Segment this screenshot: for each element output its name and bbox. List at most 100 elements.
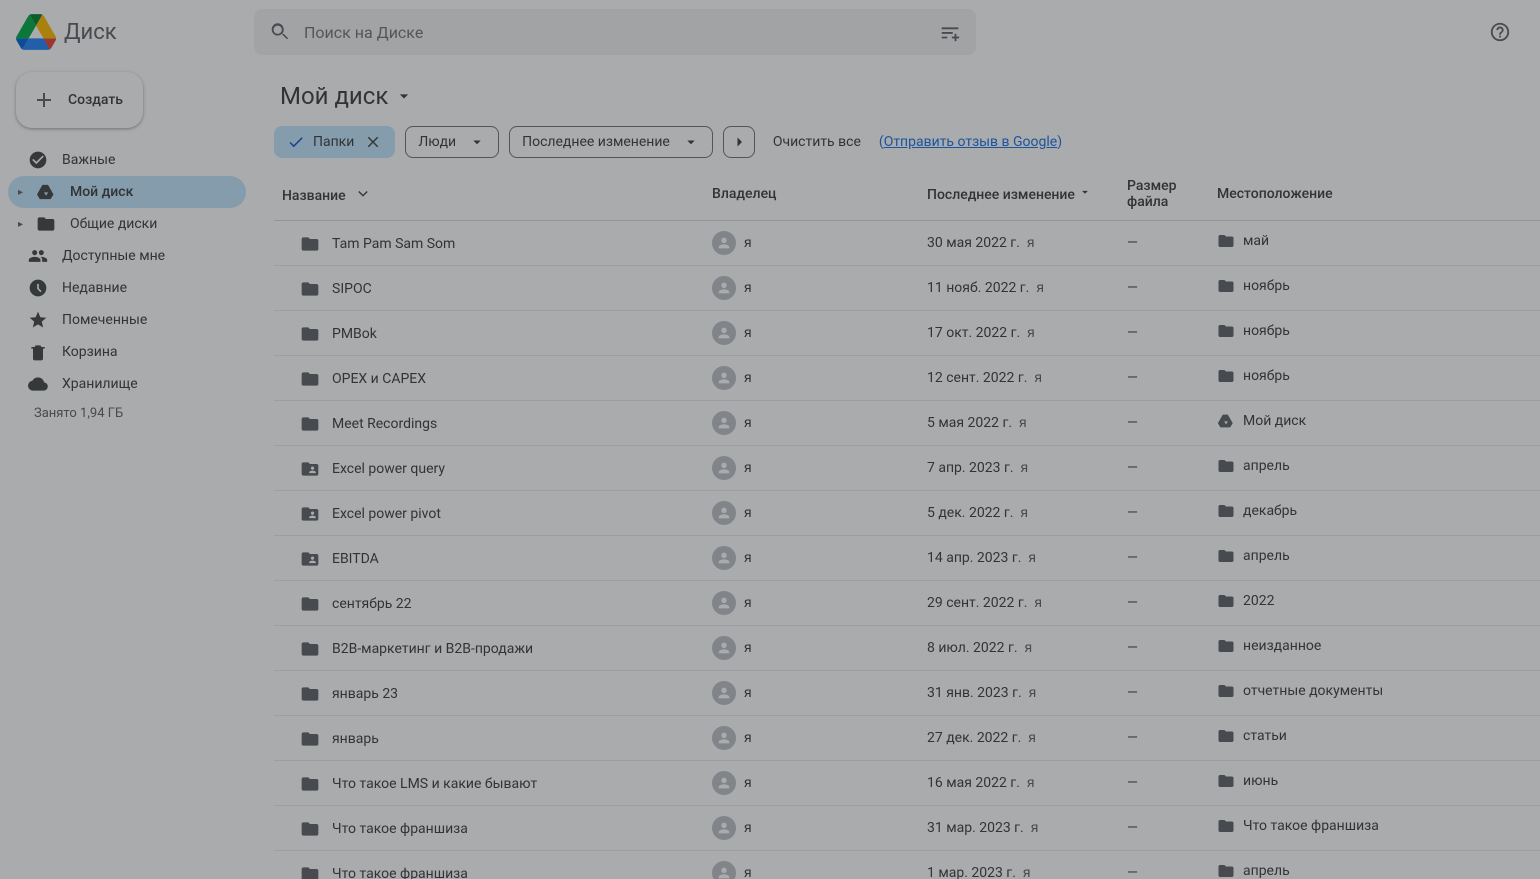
folder-icon — [300, 594, 320, 614]
new-button-label: Создать — [68, 92, 123, 108]
col-size[interactable]: Размер файла — [1119, 168, 1209, 221]
location-icon — [1217, 637, 1235, 655]
table-row[interactable]: Excel power queryя7 апр. 2023 г. я—апрел… — [274, 446, 1540, 491]
clear-all-filters[interactable]: Очистить все — [765, 134, 869, 150]
chip-folders[interactable]: Папки — [274, 126, 395, 158]
help-icon[interactable] — [1480, 12, 1520, 52]
breadcrumb-mydrive[interactable]: Мой диск — [274, 78, 420, 114]
file-name: Tam Pam Sam Som — [332, 236, 455, 252]
avatar — [712, 546, 736, 570]
col-location[interactable]: Местоположение — [1209, 168, 1540, 221]
feedback-link[interactable]: Отправить отзыв в Google — [884, 134, 1058, 150]
table-row[interactable]: Что такое франшизая31 мар. 2023 г. я—Что… — [274, 806, 1540, 851]
shareddrives-icon — [36, 214, 56, 234]
file-name: SIPOC — [332, 281, 372, 297]
search-icon[interactable] — [260, 12, 300, 52]
avatar — [712, 591, 736, 615]
sidebar: Создать Важные▸Мой диск▸Общие дискиДосту… — [0, 64, 254, 879]
col-name[interactable]: Название — [274, 168, 704, 221]
table-row[interactable]: B2B-маркетинг и B2B-продажия8 июл. 2022 … — [274, 626, 1540, 671]
owner-label: я — [744, 685, 752, 701]
folder-icon — [300, 414, 320, 434]
modified-date: 16 мая 2022 г. — [927, 775, 1020, 791]
table-row[interactable]: EBITDAя14 апр. 2023 г. я—апрель — [274, 536, 1540, 581]
starred-icon — [28, 310, 48, 330]
sidebar-item-label: Важные — [62, 152, 115, 168]
modified-by: я — [1023, 865, 1031, 879]
sidebar-item-trash[interactable]: Корзина — [8, 336, 246, 368]
table-row[interactable]: Tam Pam Sam Somя30 мая 2022 г. я—май — [274, 221, 1540, 266]
location-label: ноябрь — [1243, 368, 1290, 384]
table-row[interactable]: сентябрь 22я29 сент. 2022 г. я—2022 — [274, 581, 1540, 626]
sidebar-item-label: Общие диски — [70, 216, 157, 232]
col-owner[interactable]: Владелец — [704, 168, 919, 221]
modified-date: 31 мар. 2023 г. — [927, 820, 1024, 836]
location-icon — [1217, 862, 1235, 879]
table-row[interactable]: январья27 дек. 2022 г. я—статьи — [274, 716, 1540, 761]
chip-people[interactable]: Люди — [405, 126, 499, 158]
folder-icon — [300, 279, 320, 299]
table-row[interactable]: Meet Recordingsя5 мая 2022 г. я—Мой диск — [274, 401, 1540, 446]
folder-icon — [300, 864, 320, 879]
search-input[interactable] — [300, 23, 930, 42]
close-icon[interactable] — [364, 133, 382, 151]
owner-label: я — [744, 550, 752, 566]
location-icon — [1217, 412, 1235, 430]
search-options-icon[interactable] — [930, 12, 970, 52]
modified-date: 1 мар. 2023 г. — [927, 865, 1016, 879]
folder-icon — [300, 549, 320, 569]
file-name: январь 23 — [332, 686, 398, 702]
expand-chevron-icon[interactable]: ▸ — [18, 219, 23, 230]
modified-date: 31 янв. 2023 г. — [927, 685, 1022, 701]
owner-label: я — [744, 730, 752, 746]
table-row[interactable]: Что такое LMS и какие бываютя16 мая 2022… — [274, 761, 1540, 806]
priority-icon — [28, 150, 48, 170]
expand-chevron-icon[interactable]: ▸ — [18, 187, 23, 198]
logo-area[interactable]: Диск — [16, 12, 254, 52]
location-label: ноябрь — [1243, 278, 1290, 294]
file-size: — — [1119, 536, 1209, 581]
table-row[interactable]: январь 23я31 янв. 2023 г. я—отчетные док… — [274, 671, 1540, 716]
modified-by: я — [1019, 415, 1027, 431]
avatar — [712, 276, 736, 300]
location-icon — [1217, 322, 1235, 340]
modified-by: я — [1025, 640, 1033, 656]
location-icon — [1217, 592, 1235, 610]
table-row[interactable]: Excel power pivotя5 дек. 2022 г. я—декаб… — [274, 491, 1540, 536]
chevron-down-icon — [468, 133, 486, 151]
sidebar-item-starred[interactable]: Помеченные — [8, 304, 246, 336]
sidebar-item-priority[interactable]: Важные — [8, 144, 246, 176]
storage-usage: Занято 1,94 ГБ — [0, 400, 254, 421]
new-button[interactable]: Создать — [16, 72, 143, 128]
sidebar-item-label: Помеченные — [62, 312, 147, 328]
owner-label: я — [744, 820, 752, 836]
modified-date: 14 апр. 2023 г. — [927, 550, 1021, 566]
sidebar-item-storage[interactable]: Хранилище — [8, 368, 246, 400]
sidebar-item-label: Корзина — [62, 344, 118, 360]
chevron-down-icon — [1078, 185, 1092, 199]
sidebar-item-mydrive[interactable]: ▸Мой диск — [8, 176, 246, 208]
table-row[interactable]: OPEX и CAPEXя12 сент. 2022 г. я—ноябрь — [274, 356, 1540, 401]
file-size: — — [1119, 716, 1209, 761]
table-row[interactable]: PMBokя17 окт. 2022 г. я—ноябрь — [274, 311, 1540, 356]
chevron-down-icon — [394, 86, 414, 106]
chip-modified[interactable]: Последнее изменение — [509, 126, 713, 158]
file-size: — — [1119, 266, 1209, 311]
location-icon — [1217, 772, 1235, 790]
chip-scroll-right[interactable] — [723, 126, 755, 158]
location-label: апрель — [1243, 548, 1290, 564]
file-size: — — [1119, 401, 1209, 446]
avatar — [712, 861, 736, 879]
file-size: — — [1119, 311, 1209, 356]
sidebar-item-shared[interactable]: Доступные мне — [8, 240, 246, 272]
location-icon — [1217, 367, 1235, 385]
sidebar-item-shareddrives[interactable]: ▸ Общие диски — [8, 208, 246, 240]
file-size: — — [1119, 356, 1209, 401]
col-modified[interactable]: Последнее изменение — [919, 168, 1119, 221]
location-icon — [1217, 817, 1235, 835]
file-size: — — [1119, 491, 1209, 536]
table-row[interactable]: SIPOCя11 нояб. 2022 г. я—ноябрь — [274, 266, 1540, 311]
avatar — [712, 231, 736, 255]
sidebar-item-recent[interactable]: Недавние — [8, 272, 246, 304]
table-row[interactable]: Что такое франшизая1 мар. 2023 г. я—апре… — [274, 851, 1540, 879]
